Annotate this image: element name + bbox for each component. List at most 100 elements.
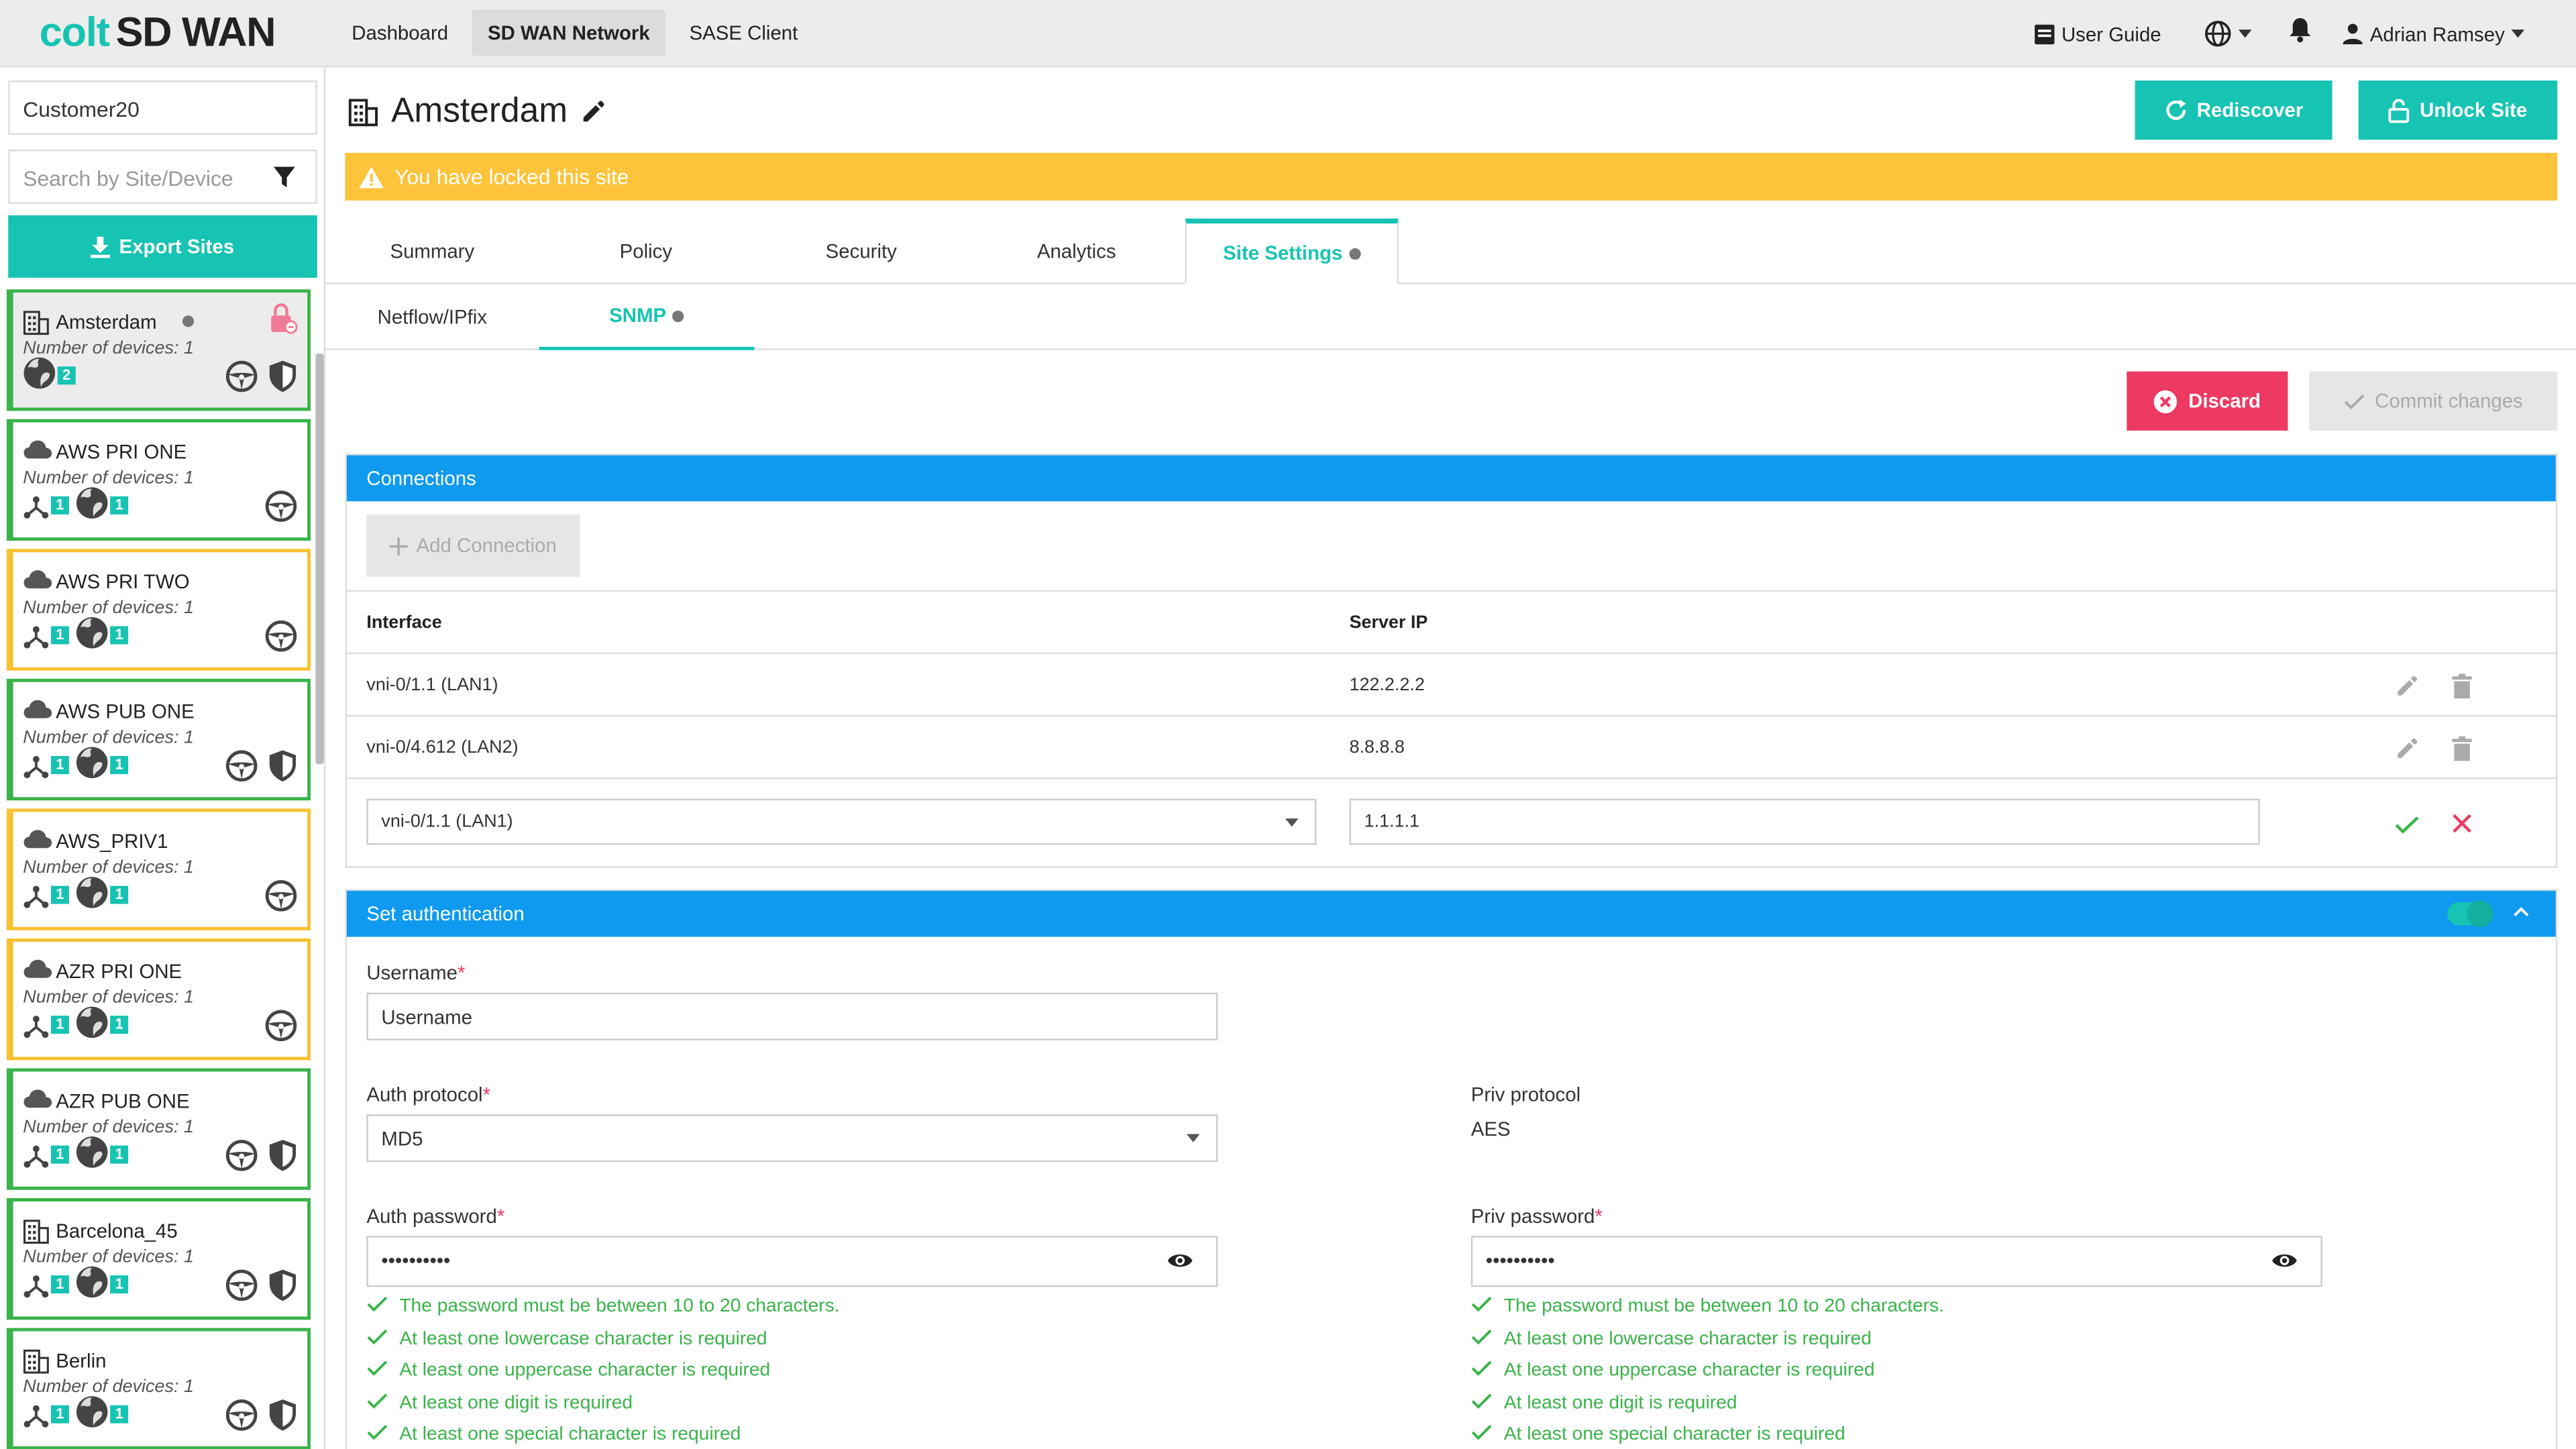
fork-icon [23,1402,49,1436]
modified-dot [182,315,194,327]
site-card[interactable]: AWS PRI ONE Number of devices: 1 1 1 [6,419,311,541]
trash-icon[interactable] [2452,736,2472,761]
discard-button[interactable]: Discard [2127,371,2288,431]
main-content: Amsterdam Rediscover Unlock Site You hav… [325,67,2576,1449]
count-badge: 1 [50,1145,69,1164]
authentication-section: Set authentication Username* Username Au… [345,889,2558,1449]
notifications-button[interactable] [2288,17,2312,51]
add-connection-label: Add Connection [416,534,557,557]
auth-password-input[interactable]: •••••••••• [366,1236,1218,1287]
site-card[interactable]: AZR PUB ONE Number of devices: 1 1 1 [6,1068,311,1190]
tab-analytics[interactable]: Analytics [1016,219,1137,284]
count-badge: 2 [57,366,76,385]
site-name: AZR PUB ONE [56,1089,190,1113]
site-card[interactable]: AWS_PRIV1 Number of devices: 1 1 1 [6,808,311,930]
export-sites-button[interactable]: Export Sites [8,215,317,278]
site-card[interactable]: Amsterdam Number of devices: 1 2 [6,289,311,411]
site-search-input[interactable]: Search by Site/Device [8,149,317,204]
shield-icon[interactable] [268,749,297,790]
wheel-icon[interactable] [264,1009,297,1050]
chevron-down-icon [2511,30,2525,38]
tab-policy[interactable]: Policy [588,219,703,284]
add-connection-button[interactable]: Add Connection [366,514,580,577]
wheel-icon[interactable] [225,749,258,790]
shield-icon[interactable] [268,1139,297,1180]
sidebar-scrollbar[interactable] [315,353,324,765]
site-card[interactable]: AWS PUB ONE Number of devices: 1 1 1 [6,678,311,801]
shield-icon[interactable] [268,360,297,401]
password-rule: At least one special character is requir… [366,1424,741,1446]
brand-logo[interactable]: colt SD WAN [40,9,276,58]
cancel-x-icon[interactable] [2452,814,2471,833]
wheel-icon[interactable] [225,1139,258,1180]
shield-icon[interactable] [268,1399,297,1440]
modified-dot [672,309,685,321]
confirm-check-icon[interactable] [2395,815,2420,835]
tab-security[interactable]: Security [802,219,920,284]
auth-password-label: Auth password* [366,1204,505,1228]
password-rule: At least one lowercase character is requ… [1471,1327,1872,1350]
warning-icon [359,166,384,188]
unlock-site-button[interactable]: Unlock Site [2358,80,2558,140]
interface-select[interactable]: vni-0/1.1 (LAN1) [366,798,1317,845]
priv-protocol-value: AES [1470,1118,1511,1141]
trash-icon[interactable] [2452,674,2472,699]
username-input[interactable]: Username [366,992,1218,1040]
edit-icon[interactable] [581,99,607,125]
filter-icon[interactable] [273,166,296,189]
password-rule: At least one special character is requir… [1471,1424,1845,1446]
nav-sase-client[interactable]: SASE Client [673,10,814,56]
user-guide-link[interactable]: User Guide [2033,22,2161,45]
site-card[interactable]: AWS PRI TWO Number of devices: 1 1 1 [6,549,311,671]
nav-sdwan-network[interactable]: SD WAN Network [471,9,667,56]
site-name: AWS_PRIV1 [56,830,168,853]
authentication-title: Set authentication [366,902,525,926]
wheel-icon[interactable] [225,1399,258,1440]
auth-protocol-select[interactable]: MD5 [366,1114,1218,1163]
wheel-icon[interactable] [225,360,258,401]
shield-icon[interactable] [268,1269,297,1309]
auth-protocol-value: MD5 [381,1127,423,1150]
priv-password-value: •••••••••• [1485,1249,1555,1273]
commit-changes-button[interactable]: Commit changes [2309,371,2558,431]
auth-password-value: •••••••••• [381,1249,451,1273]
rediscover-button[interactable]: Rediscover [2135,80,2332,140]
password-rule: At least one uppercase character is requ… [1471,1359,1875,1382]
edit-icon[interactable] [2395,674,2420,699]
subtab-snmp-label: SNMP [609,304,667,327]
cloud-icon [23,439,52,468]
check-icon [366,1359,388,1382]
divider [346,714,2556,717]
auth-protocol-label: Auth protocol* [366,1083,491,1106]
site-card[interactable]: Barcelona_45 Number of devices: 1 1 1 [6,1198,311,1320]
brand-sdwan: SD WAN [115,9,276,56]
wheel-icon[interactable] [264,620,297,661]
wheel-icon[interactable] [264,490,297,531]
globe-icon [76,1395,109,1436]
priv-password-input[interactable]: •••••••••• [1470,1236,2322,1287]
subtab-netflow[interactable]: Netflow/IPfix [325,284,539,350]
tab-summary[interactable]: Summary [375,219,490,284]
device-count: Number of devices: 1 [23,857,194,878]
nav-dashboard[interactable]: Dashboard [335,10,465,56]
wheel-icon[interactable] [264,879,297,920]
language-menu[interactable] [2204,19,2252,48]
customer-selector[interactable]: Customer20 [8,80,317,135]
authentication-toggle[interactable] [2447,900,2493,927]
edit-icon[interactable] [2395,737,2420,761]
fork-icon [23,493,49,527]
subtab-snmp[interactable]: SNMP [539,284,755,350]
site-card[interactable]: AZR PRI ONE Number of devices: 1 1 1 [6,938,311,1061]
eye-icon[interactable] [2271,1250,2298,1270]
eye-icon[interactable] [1167,1250,1193,1270]
server-ip-input[interactable]: 1.1.1.1 [1349,798,2260,845]
count-badge: 1 [110,626,129,645]
chevron-up-icon[interactable] [2513,906,2530,917]
user-menu[interactable]: Adrian Ramsey [2342,22,2525,45]
tab-site-settings[interactable]: Site Settings [1185,218,1399,284]
lock-icon[interactable] [270,303,298,343]
commit-label: Commit changes [2375,389,2523,413]
server-ip-value: 1.1.1.1 [1364,812,1419,832]
site-card[interactable]: Berlin Number of devices: 1 1 1 [6,1328,311,1449]
wheel-icon[interactable] [225,1269,258,1309]
